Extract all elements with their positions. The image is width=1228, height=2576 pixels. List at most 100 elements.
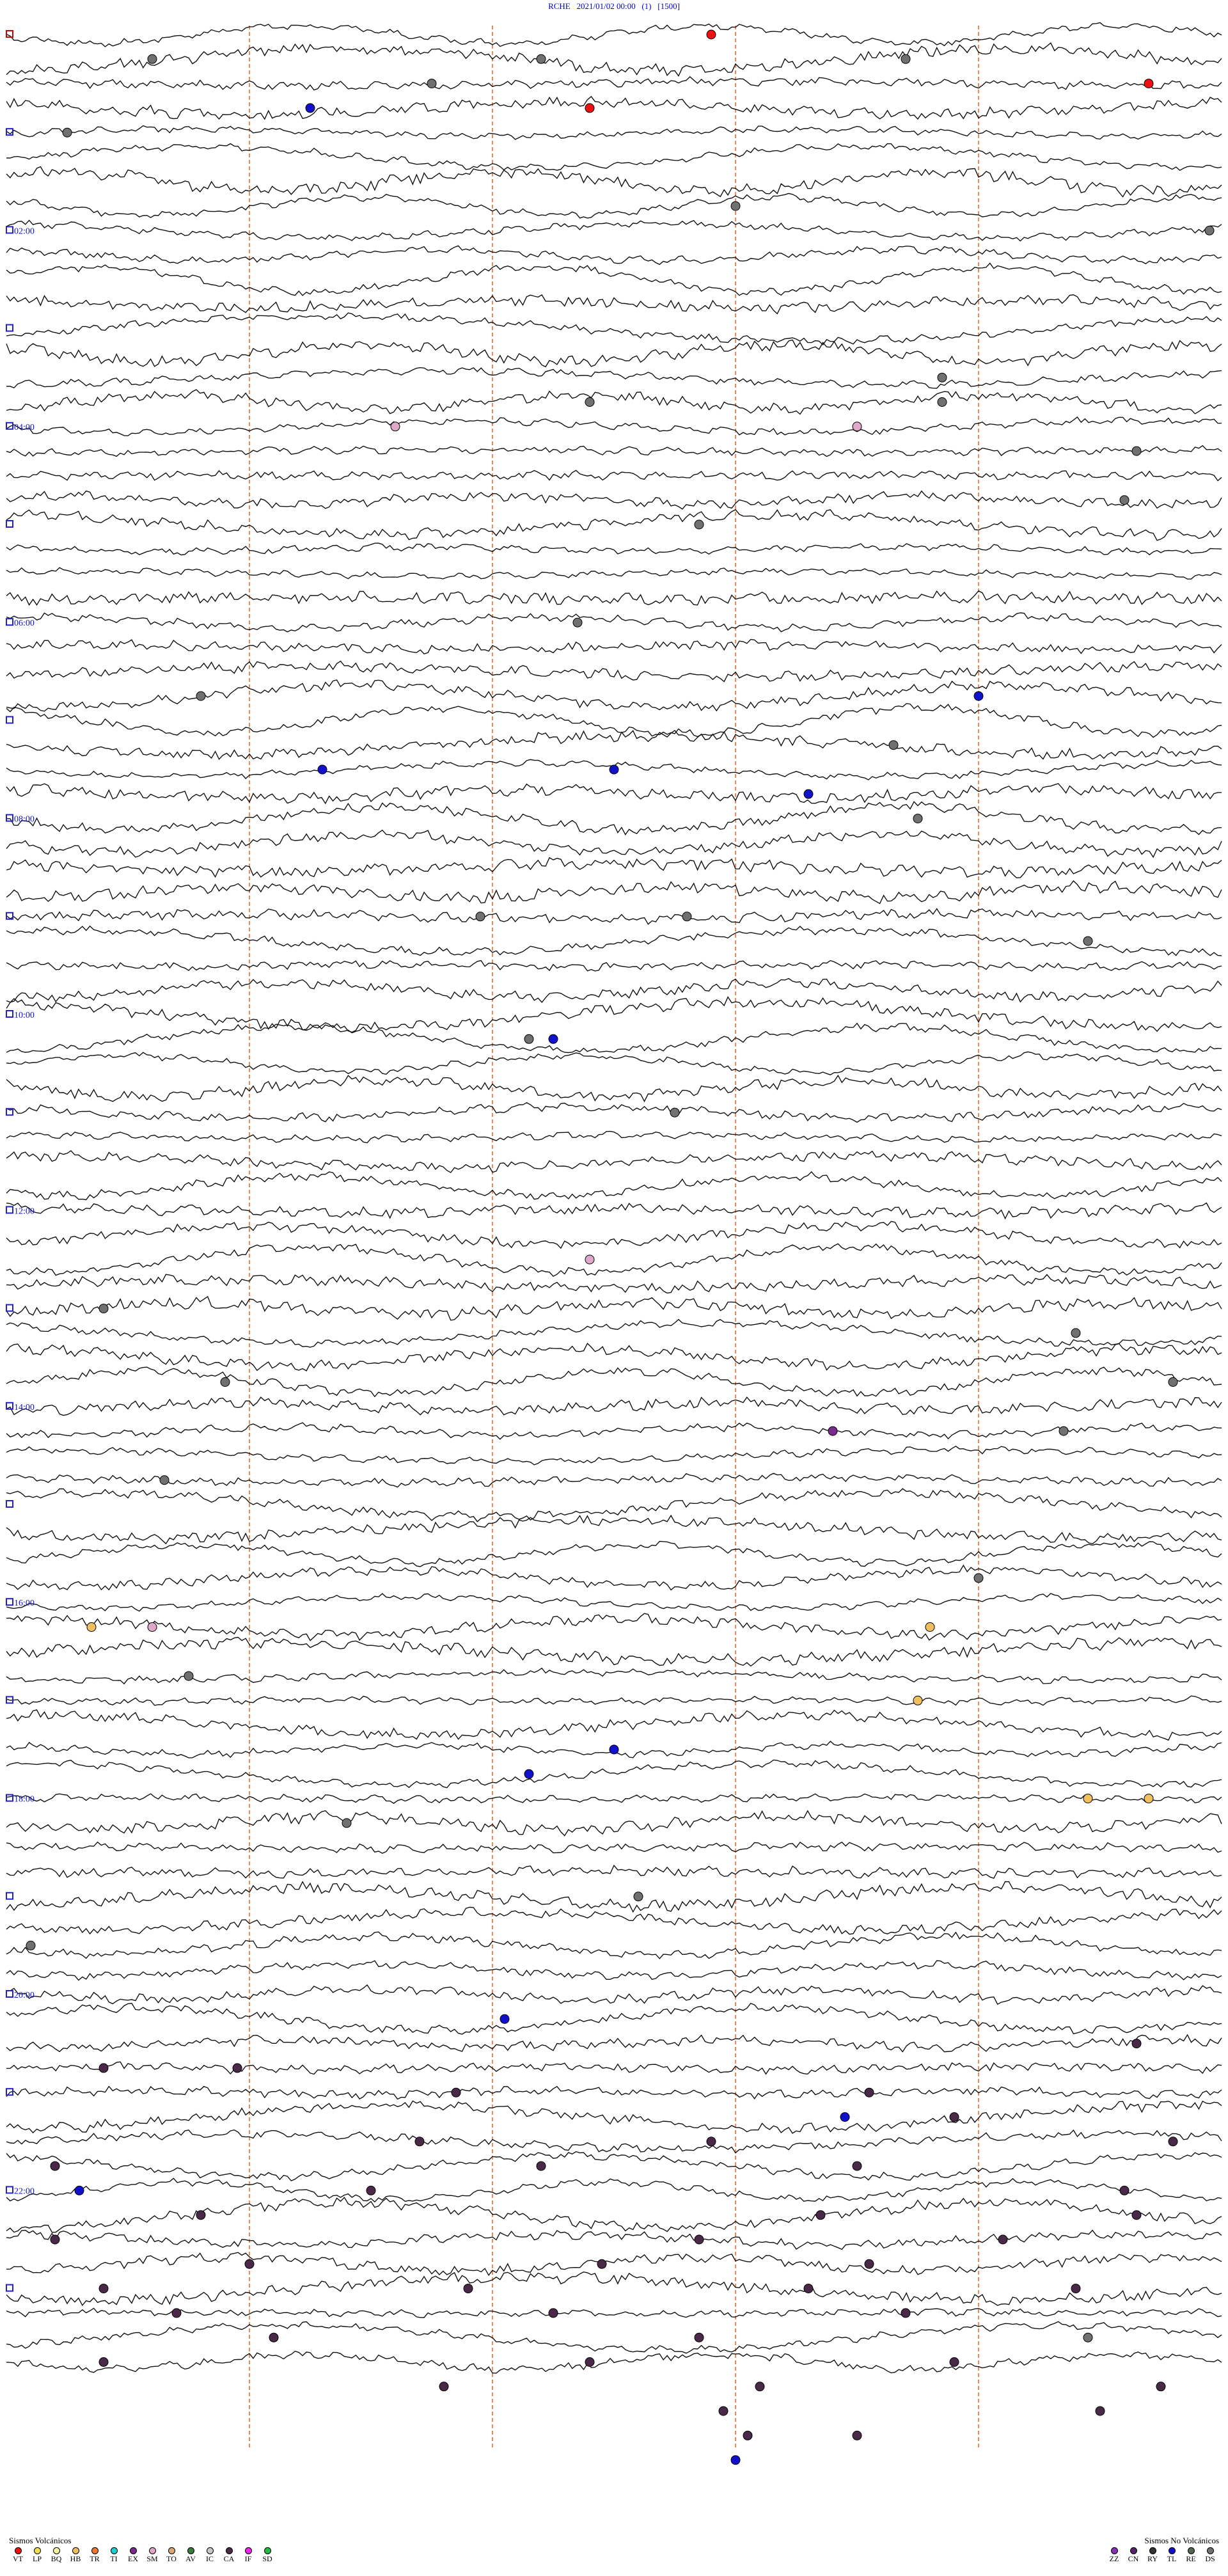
event-marker-ds	[98, 1304, 109, 1314]
trace-row	[6, 1318, 1222, 1348]
event-marker-ds	[670, 1107, 680, 1118]
trace-row	[6, 1150, 1222, 1173]
trace-row	[6, 95, 1222, 120]
event-marker-ca	[50, 2161, 60, 2171]
trace-row	[6, 22, 1222, 47]
trace-row	[6, 2196, 1222, 2233]
event-marker-sm	[852, 422, 862, 432]
event-marker-ds	[937, 397, 947, 407]
legend-item-ry: RY	[1144, 2547, 1161, 2563]
event-marker-vt	[585, 103, 595, 113]
trace-row	[6, 660, 1222, 683]
legend-code-label: HB	[70, 2554, 81, 2563]
event-marker-ds	[572, 617, 583, 628]
event-marker-tl	[524, 1769, 534, 1779]
event-marker-ds	[937, 372, 947, 383]
legend-item-ic: IC	[201, 2547, 219, 2563]
trace-row	[6, 2252, 1222, 2277]
trace-row	[6, 1759, 1222, 1789]
hour-tick	[6, 2186, 13, 2194]
event-marker-ds	[196, 691, 206, 701]
time-label-1: 04:00	[14, 423, 35, 432]
event-marker-tl	[74, 2185, 84, 2195]
trace-row	[6, 76, 1222, 91]
event-marker-ca	[901, 2308, 911, 2318]
event-marker-ca	[171, 2308, 182, 2318]
legend-item-if: IF	[239, 2547, 257, 2563]
vertical-gridlines	[249, 26, 979, 2450]
legend-code-label: IF	[244, 2554, 252, 2563]
event-marker-ca	[864, 2259, 874, 2269]
legend-dot-ca	[225, 2547, 233, 2554]
event-marker-ca	[998, 2234, 1008, 2245]
time-label-10: 22:00	[14, 2186, 35, 2196]
event-marker-ca	[1156, 2382, 1166, 2392]
trace-row	[6, 1593, 1222, 1612]
trace-row	[6, 2002, 1222, 2035]
hour-tick	[6, 226, 13, 234]
trace-row	[6, 416, 1222, 436]
event-marker-ca	[439, 2382, 449, 2392]
trace-row	[6, 1102, 1222, 1123]
trace-row	[6, 1221, 1222, 1249]
legend-code-label: EX	[128, 2554, 138, 2563]
trace-row	[6, 1274, 1222, 1294]
trace-row	[6, 2061, 1222, 2075]
trace-row	[6, 1366, 1222, 1398]
trace-row	[6, 908, 1222, 925]
hour-tick	[6, 1598, 13, 1606]
legend-code-label: TI	[110, 2554, 118, 2563]
legend-dot-zz	[1110, 2547, 1118, 2554]
trace-row	[6, 2129, 1222, 2154]
event-marker-hb	[86, 1622, 97, 1632]
event-marker-ca	[98, 2063, 109, 2073]
trace-row	[6, 996, 1222, 1033]
legend-dot-av	[187, 2547, 194, 2554]
event-marker-tl	[548, 1034, 558, 1044]
trace-row	[6, 612, 1222, 633]
legend-nonvolcanic-items: ZZ CN RY TL RE DS	[1105, 2547, 1219, 2563]
trace-row	[6, 1074, 1222, 1103]
event-marker-sm	[147, 1622, 157, 1632]
hour-tick	[6, 2284, 13, 2292]
trace-row	[6, 219, 1222, 242]
legend-code-label: VT	[13, 2554, 23, 2563]
time-label-9: 20:00	[14, 1991, 35, 2000]
trace-row	[6, 590, 1222, 606]
event-marker-ds	[147, 54, 157, 64]
event-marker-ds	[730, 201, 741, 211]
trace-row	[6, 679, 1222, 712]
event-marker-sm	[390, 422, 400, 432]
time-label-5: 12:00	[14, 1206, 35, 1216]
event-marker-ca	[1119, 2185, 1130, 2195]
legend-code-label: SD	[262, 2554, 272, 2563]
legend-dot-tr	[91, 2547, 98, 2554]
legend-code-label: DS	[1205, 2554, 1215, 2563]
trace-row	[6, 977, 1222, 1003]
trace-row	[6, 1243, 1222, 1277]
trace-row	[6, 1488, 1222, 1522]
legend-item-av: AV	[182, 2547, 200, 2563]
event-marker-ca	[196, 2210, 206, 2220]
hour-tick	[6, 1206, 13, 1214]
trace-row	[6, 1960, 1222, 1981]
event-marker-ds	[427, 79, 437, 89]
legend-dot-sd	[264, 2547, 271, 2554]
trace-row	[6, 1422, 1222, 1440]
time-label-8: 18:00	[14, 1795, 35, 1805]
legend-item-ti: TI	[105, 2547, 123, 2563]
trace-row	[6, 166, 1222, 198]
trace-row	[6, 1540, 1222, 1567]
event-marker-tl	[317, 764, 327, 775]
legend-code-label: RY	[1147, 2554, 1158, 2563]
legend-dot-ry	[1149, 2547, 1156, 2554]
event-marker-tl	[803, 789, 814, 799]
event-marker-tl	[730, 2455, 741, 2465]
trace-row	[6, 1709, 1222, 1741]
event-marker-ca	[949, 2357, 959, 2367]
legend-dot-bq	[52, 2547, 60, 2554]
legend-item-lp: LP	[28, 2547, 46, 2563]
event-marker-hb	[913, 1695, 923, 1705]
trace-row	[6, 857, 1222, 879]
trace-row	[6, 1343, 1222, 1371]
